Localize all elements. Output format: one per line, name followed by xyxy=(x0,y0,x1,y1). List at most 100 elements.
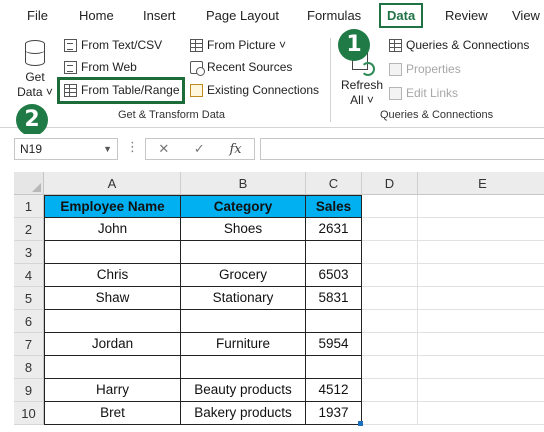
existing-connections-icon xyxy=(190,83,203,97)
existing-connections-button[interactable]: Existing Connections xyxy=(190,80,319,100)
worksheet-grid[interactable]: A B C D E 1 Employee Name Category Sales 2 John Sho… xyxy=(14,172,544,432)
table-cell[interactable] xyxy=(181,241,306,264)
table-cell[interactable] xyxy=(306,356,362,379)
table-cell[interactable]: 5831 xyxy=(306,287,362,310)
table-cell[interactable]: Harry xyxy=(44,379,181,402)
table-cell[interactable]: Shaw xyxy=(44,287,181,310)
table-cell[interactable]: 2631 xyxy=(306,218,362,241)
table-cell[interactable] xyxy=(44,356,181,379)
row-header-5[interactable]: 5 xyxy=(14,287,44,310)
formula-bar: N19 ▼ ⋮ ✕ ✓ fx xyxy=(0,134,544,164)
edit-links-button[interactable]: Edit Links xyxy=(389,83,458,103)
tab-view[interactable]: View xyxy=(512,0,540,32)
row-header-9[interactable]: 9 xyxy=(14,379,44,402)
step-2-badge: 2 xyxy=(16,104,48,136)
table-cell[interactable]: Bret xyxy=(44,402,181,425)
empty-cell[interactable] xyxy=(418,310,544,333)
table-cell[interactable]: Beauty products xyxy=(181,379,306,402)
cancel-icon[interactable]: ✕ xyxy=(158,141,169,157)
tab-insert[interactable]: Insert xyxy=(143,0,176,32)
empty-cell[interactable] xyxy=(362,310,418,333)
table-cell[interactable]: Chris xyxy=(44,264,181,287)
table-header-cell[interactable]: Sales xyxy=(306,195,362,218)
select-all-corner[interactable] xyxy=(14,172,44,195)
table-cell[interactable]: Furniture xyxy=(181,333,306,356)
table-cell[interactable]: Grocery xyxy=(181,264,306,287)
row-header-1[interactable]: 1 xyxy=(14,195,44,218)
table-cell[interactable]: 6503 xyxy=(306,264,362,287)
empty-cell[interactable] xyxy=(418,241,544,264)
get-data-button[interactable]: Get Data ˅ xyxy=(14,40,56,223)
row-header-6[interactable]: 6 xyxy=(14,310,44,333)
table-cell[interactable]: Stationary xyxy=(181,287,306,310)
empty-cell[interactable] xyxy=(362,333,418,356)
from-table-range-button[interactable]: From Table/Range xyxy=(64,80,180,100)
row-header-4[interactable]: 4 xyxy=(14,264,44,287)
properties-button[interactable]: Properties xyxy=(389,59,461,79)
empty-cell[interactable] xyxy=(362,379,418,402)
table-header-cell[interactable]: Employee Name xyxy=(44,195,181,218)
ribbon: Get Data ˅ From Text/CSV From Web From T… xyxy=(0,32,544,223)
row-header-3[interactable]: 3 xyxy=(14,241,44,264)
empty-cell[interactable] xyxy=(418,287,544,310)
row-header-2[interactable]: 2 xyxy=(14,218,44,241)
group-label-get-transform: Get & Transform Data xyxy=(118,109,225,121)
tab-data[interactable]: Data xyxy=(379,3,424,28)
row-header-10[interactable]: 10 xyxy=(14,402,44,425)
empty-cell[interactable] xyxy=(418,218,544,241)
column-header-e[interactable]: E xyxy=(418,172,544,195)
table-cell[interactable] xyxy=(181,310,306,333)
name-box[interactable]: N19 ▼ xyxy=(14,138,118,160)
empty-cell[interactable] xyxy=(362,356,418,379)
table-cell[interactable]: 4512 xyxy=(306,379,362,402)
column-header-d[interactable]: D xyxy=(362,172,418,195)
tab-home[interactable]: Home xyxy=(79,0,114,32)
formula-input[interactable] xyxy=(260,138,544,160)
empty-cell[interactable] xyxy=(362,241,418,264)
table-cell[interactable]: Bakery products xyxy=(181,402,306,425)
recent-sources-button[interactable]: Recent Sources xyxy=(190,57,292,77)
from-web-button[interactable]: From Web xyxy=(64,57,137,77)
table-cell[interactable] xyxy=(44,310,181,333)
column-header-c[interactable]: C xyxy=(306,172,362,195)
empty-cell[interactable] xyxy=(418,264,544,287)
from-picture-button[interactable]: From Picture ˅ xyxy=(190,35,286,55)
table-cell[interactable] xyxy=(44,241,181,264)
empty-cell[interactable] xyxy=(418,356,544,379)
table-cell[interactable]: Jordan xyxy=(44,333,181,356)
column-header-a[interactable]: A xyxy=(44,172,181,195)
table-header-cell[interactable]: Category xyxy=(181,195,306,218)
empty-cell[interactable] xyxy=(362,195,418,218)
enter-icon[interactable]: ✓ xyxy=(194,141,205,157)
properties-label: Properties xyxy=(406,62,461,76)
tab-formulas[interactable]: Formulas xyxy=(307,0,361,32)
queries-connections-button[interactable]: Queries & Connections xyxy=(389,35,529,55)
table-cell[interactable]: 1937 xyxy=(306,402,362,425)
empty-cell[interactable] xyxy=(418,333,544,356)
tab-page-layout[interactable]: Page Layout xyxy=(206,0,279,32)
fill-handle[interactable] xyxy=(358,421,363,426)
from-text-csv-button[interactable]: From Text/CSV xyxy=(64,35,162,55)
empty-cell[interactable] xyxy=(362,287,418,310)
row-header-8[interactable]: 8 xyxy=(14,356,44,379)
formula-bar-grip-icon[interactable]: ⋮ xyxy=(126,139,139,155)
row-header-7[interactable]: 7 xyxy=(14,333,44,356)
empty-cell[interactable] xyxy=(362,402,418,425)
table-cell[interactable]: Shoes xyxy=(181,218,306,241)
table-cell[interactable]: 5954 xyxy=(306,333,362,356)
empty-cell[interactable] xyxy=(362,264,418,287)
empty-cell[interactable] xyxy=(418,379,544,402)
empty-cell[interactable] xyxy=(418,195,544,218)
tab-file[interactable]: File xyxy=(27,0,48,32)
edit-links-icon xyxy=(389,86,402,100)
table-cell[interactable] xyxy=(306,310,362,333)
empty-cell[interactable] xyxy=(418,402,544,425)
tab-review[interactable]: Review xyxy=(445,0,488,32)
table-cell[interactable]: John xyxy=(44,218,181,241)
name-box-dropdown-icon[interactable]: ▼ xyxy=(103,139,112,159)
column-header-b[interactable]: B xyxy=(181,172,306,195)
insert-function-icon[interactable]: fx xyxy=(229,142,241,157)
empty-cell[interactable] xyxy=(362,218,418,241)
table-cell[interactable] xyxy=(306,241,362,264)
table-cell[interactable] xyxy=(181,356,306,379)
